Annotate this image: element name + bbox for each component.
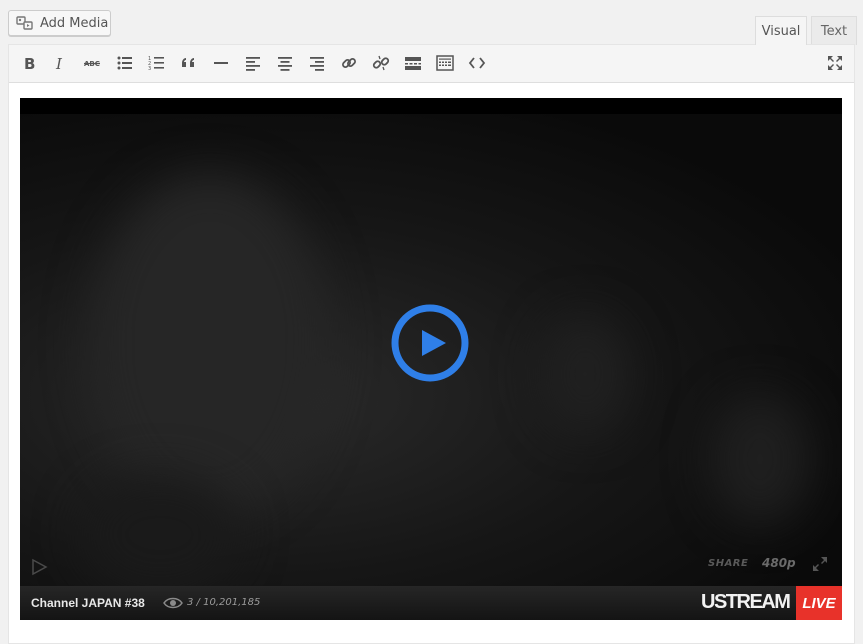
editor-header: Add Media Visual Text [0,0,863,45]
toolbar-toggle-icon [436,55,454,71]
align-left-icon [246,57,260,71]
ustream-logo[interactable]: USTREAM [701,591,791,614]
toolbar-toggle-button[interactable] [432,50,458,76]
editor-frame: B I ABC 1 2 3 [8,44,855,644]
control-play-icon[interactable] [30,558,48,576]
numbered-list-icon: 1 2 3 [148,56,164,72]
fullscreen-icon [828,56,842,70]
embedded-video-player[interactable]: SHARE 480p Channel JAPAN #38 3 / 10,201,… [20,98,842,620]
numbered-list-button[interactable]: 1 2 3 [144,50,170,76]
bullet-list-button[interactable] [112,50,138,76]
media-icon [16,16,33,30]
strikethrough-button[interactable]: ABC [79,50,105,76]
remove-link-button[interactable] [368,50,394,76]
video-bokeh-shape [710,394,810,524]
tab-text[interactable]: Text [811,16,857,45]
align-center-button[interactable] [272,50,298,76]
align-center-icon [278,57,292,71]
add-media-button[interactable]: Add Media [8,10,111,36]
read-more-button[interactable] [400,50,426,76]
expand-icon[interactable] [810,554,830,574]
align-right-icon [310,57,324,71]
svg-text:I: I [55,55,63,72]
svg-text:B: B [24,55,35,72]
add-media-label: Add Media [40,15,109,31]
bullet-list-icon [117,56,132,70]
insert-link-button[interactable] [336,50,362,76]
video-bokeh-shape [540,314,630,434]
unlink-icon [372,55,390,71]
strikethrough-icon: ABC [84,60,100,68]
code-button[interactable] [464,50,490,76]
video-hand-shape [80,474,240,594]
distraction-free-button[interactable] [822,50,848,76]
read-more-icon [405,57,421,70]
share-button[interactable]: SHARE [708,558,748,569]
horizontal-rule-icon [214,62,228,64]
video-top-bar [20,98,842,114]
code-icon [468,57,486,69]
italic-button[interactable]: I [47,50,73,76]
align-right-button[interactable] [304,50,330,76]
formatting-toolbar: B I ABC 1 2 3 [9,45,854,83]
link-icon [342,58,356,68]
horizontal-rule-button[interactable] [208,50,234,76]
align-left-button[interactable] [240,50,266,76]
play-button-icon[interactable] [390,303,470,383]
video-info-bar: Channel JAPAN #38 3 / 10,201,185 USTREAM… [20,586,842,620]
channel-title[interactable]: Channel JAPAN #38 [31,596,145,610]
live-badge: LIVE [796,586,842,620]
blockquote-icon [182,58,194,67]
bold-button[interactable]: B [16,50,42,76]
svg-text:3: 3 [148,66,151,72]
tab-visual[interactable]: Visual [755,16,807,45]
blockquote-button[interactable] [176,50,202,76]
bold-icon: B [24,55,35,72]
eye-icon [163,597,183,609]
view-count: 3 / 10,201,185 [187,597,261,608]
italic-icon: I [55,55,63,72]
video-subject-shape [90,174,330,514]
quality-button[interactable]: 480p [762,556,796,570]
